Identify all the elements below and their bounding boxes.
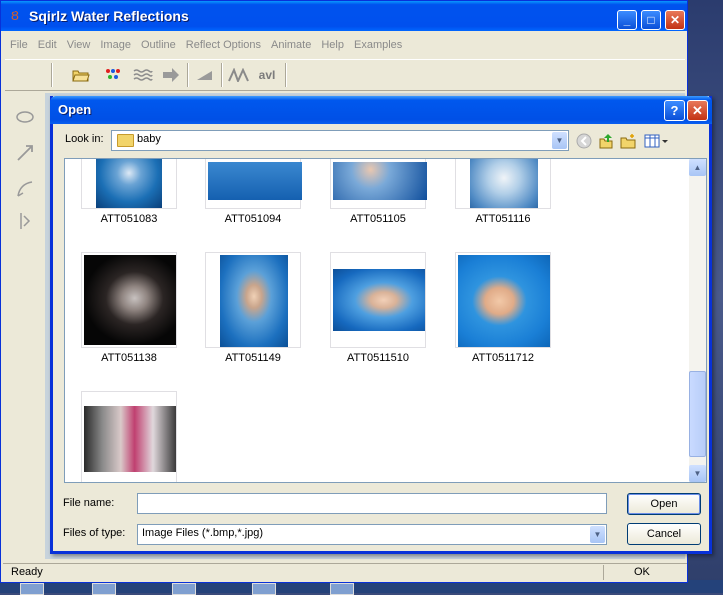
side-toolbar — [7, 93, 43, 243]
vertical-scrollbar[interactable]: ▲ ▼ — [689, 159, 706, 482]
file-list: ATT051083 ATT051094 ATT051105 ATT051116 … — [64, 158, 707, 483]
status-text: Ready — [11, 566, 43, 578]
dialog-close-button[interactable]: ✕ — [687, 100, 708, 121]
thumbnail-image — [220, 255, 288, 347]
file-thumbnail[interactable] — [330, 159, 427, 209]
menu-examples[interactable]: Examples — [349, 35, 407, 55]
status-bar: Ready OK — [3, 563, 687, 582]
cancel-button[interactable]: Cancel — [627, 523, 701, 545]
menu-bar: File Edit View Image Outline Reflect Options A… — [5, 35, 685, 55]
toolbar-separator — [221, 63, 223, 87]
app-logo-icon: Ȣ — [11, 8, 19, 23]
menu-view[interactable]: View — [62, 35, 96, 55]
minimize-button[interactable]: _ — [617, 10, 637, 30]
status-panel: OK — [603, 565, 684, 580]
chevron-down-icon[interactable]: ▼ — [552, 132, 567, 149]
file-name-label[interactable]: ATT0511510 — [318, 352, 438, 364]
chevron-down-icon[interactable]: ▼ — [590, 526, 605, 543]
file-name-label-text: File name: — [63, 497, 115, 509]
file-thumbnail[interactable] — [330, 252, 426, 348]
file-thumbnail[interactable] — [81, 252, 177, 348]
new-folder-icon[interactable] — [619, 132, 637, 150]
dialog-title-bar[interactable]: Open ? ✕ — [50, 96, 712, 124]
file-thumbnail[interactable] — [81, 391, 177, 482]
files-of-type-label: Files of type: — [63, 527, 126, 539]
app-title-bar[interactable]: Ȣ Sqirlz Water Reflections _ □ ✕ — [1, 1, 687, 31]
menu-outline[interactable]: Outline — [136, 35, 181, 55]
toolbar-separator — [187, 63, 189, 87]
menu-image[interactable]: Image — [95, 35, 136, 55]
look-in-dropdown[interactable]: baby ▼ — [111, 130, 569, 151]
toolbar-separator — [51, 63, 53, 87]
thumbnail-image — [208, 162, 302, 200]
file-name-label[interactable]: ATT051094 — [193, 213, 313, 225]
avi-button[interactable]: avI — [255, 64, 279, 86]
thumbnail-image — [96, 159, 162, 208]
toolbar: avI — [5, 59, 685, 91]
file-name-label[interactable]: ATT051138 — [69, 352, 189, 364]
help-button[interactable]: ? — [664, 100, 685, 121]
view-menu-icon[interactable] — [643, 132, 669, 150]
thumbnail-image — [333, 162, 427, 200]
status-ok-text: OK — [634, 566, 650, 578]
scroll-thumb[interactable] — [689, 371, 706, 457]
wedge-icon[interactable] — [193, 64, 217, 86]
back-icon[interactable] — [575, 132, 593, 150]
curve-tool-icon[interactable] — [11, 175, 39, 203]
file-name-label[interactable]: ATT051149 — [193, 352, 313, 364]
line-tool-icon[interactable] — [11, 139, 39, 167]
taskbar-item-icon[interactable] — [252, 583, 276, 595]
file-name-label[interactable]: ATT051116 — [443, 213, 563, 225]
close-button[interactable]: ✕ — [665, 10, 685, 30]
toolbar-separator — [285, 63, 287, 87]
file-name-label[interactable]: ATT051083 — [69, 213, 189, 225]
color-dots-icon[interactable] — [101, 64, 125, 86]
taskbar-item-icon[interactable] — [172, 583, 196, 595]
thumbnail-image — [458, 255, 550, 347]
file-thumbnail[interactable] — [81, 159, 177, 209]
open-button[interactable]: Open — [627, 493, 701, 515]
taskbar-item-icon[interactable] — [92, 583, 116, 595]
thumbnail-image — [84, 406, 176, 472]
file-thumbnail[interactable] — [455, 252, 551, 348]
folder-icon — [117, 134, 134, 147]
file-name-field[interactable] — [137, 493, 607, 514]
app-title: Sqirlz Water Reflections — [29, 8, 189, 24]
file-name-label[interactable]: ATT0511712 — [443, 352, 563, 364]
taskbar-item-icon[interactable] — [20, 583, 44, 595]
thumbnail-image — [333, 269, 425, 331]
open-folder-icon[interactable] — [69, 64, 93, 86]
file-thumbnail[interactable] — [455, 159, 551, 209]
up-folder-icon[interactable] — [597, 132, 615, 150]
file-thumbnail[interactable] — [205, 159, 302, 209]
ellipse-tool-icon[interactable] — [11, 103, 39, 131]
menu-help[interactable]: Help — [316, 35, 349, 55]
look-in-value: baby — [137, 133, 161, 145]
menu-reflect-options[interactable]: Reflect Options — [181, 35, 266, 55]
dialog-title: Open — [58, 102, 92, 117]
scroll-down-arrow-icon[interactable]: ▼ — [689, 465, 706, 482]
thumbnail-image — [470, 159, 538, 208]
look-in-label: Look in: — [65, 133, 104, 145]
split-tool-icon[interactable] — [11, 207, 39, 235]
open-dialog: Open ? ✕ Look in: baby ▼ ATT051083 ATT05… — [50, 96, 712, 554]
file-thumbnail[interactable] — [205, 252, 301, 348]
file-name-label[interactable]: ATT051105 — [318, 213, 438, 225]
menu-edit[interactable]: Edit — [33, 35, 62, 55]
menu-file[interactable]: File — [5, 35, 33, 55]
thumbnail-image — [84, 255, 176, 345]
arrow-right-icon[interactable] — [159, 64, 183, 86]
scroll-up-arrow-icon[interactable]: ▲ — [689, 159, 706, 176]
waves-icon[interactable] — [131, 64, 155, 86]
files-of-type-value: Image Files (*.bmp,*.jpg) — [142, 527, 264, 539]
taskbar-item-icon[interactable] — [330, 583, 354, 595]
files-of-type-dropdown[interactable]: Image Files (*.bmp,*.jpg) ▼ — [137, 524, 607, 545]
maximize-button[interactable]: □ — [641, 10, 661, 30]
menu-animate[interactable]: Animate — [266, 35, 316, 55]
zigzag-icon[interactable] — [227, 64, 251, 86]
